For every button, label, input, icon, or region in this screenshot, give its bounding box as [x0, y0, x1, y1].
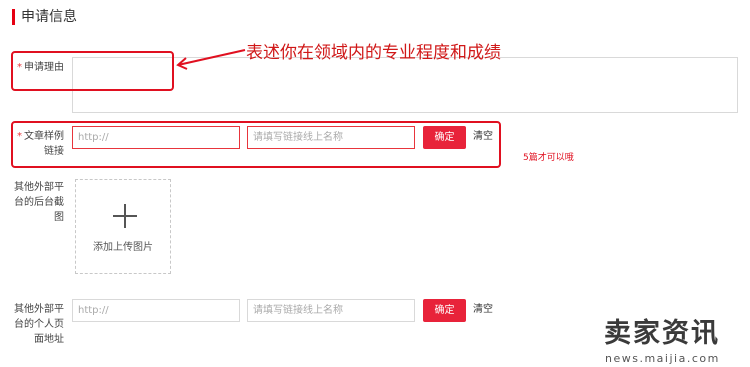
watermark-logo: 卖家资讯: [604, 318, 720, 349]
homepage-label: 其他外部平 台的个人页 面地址: [12, 302, 64, 347]
screenshot-label-line1: 其他外部平: [14, 182, 64, 193]
plus-icon: [113, 204, 137, 228]
homepage-label-line2: 台的个人页: [14, 319, 64, 330]
section-accent-bar: [12, 9, 15, 25]
screenshot-label-line2: 台的后台截: [14, 197, 64, 208]
homepage-confirm-button[interactable]: 确定: [423, 299, 466, 322]
sample-highlight-box: [11, 121, 501, 168]
annotation-arrow: [176, 49, 246, 70]
upload-image-box[interactable]: 添加上传图片: [75, 179, 171, 274]
sample-annotation-text: 5篇才可以哦: [523, 153, 574, 163]
section-title: 申请信息: [21, 9, 77, 25]
homepage-label-line1: 其他外部平: [14, 304, 64, 315]
watermark-url: news.maijia.com: [605, 352, 720, 365]
homepage-clear-button[interactable]: 清空: [473, 299, 493, 321]
homepage-label-line3: 面地址: [34, 334, 64, 345]
screenshot-label-line3: 图: [54, 212, 64, 223]
homepage-url-input[interactable]: [72, 299, 240, 322]
reason-highlight-box: [11, 51, 174, 91]
reason-annotation-text: 表述你在领域内的专业程度和成绩: [246, 43, 501, 63]
upload-image-label: 添加上传图片: [93, 242, 153, 253]
screenshot-label: 其他外部平 台的后台截 图: [12, 180, 64, 225]
homepage-name-input[interactable]: [247, 299, 415, 322]
